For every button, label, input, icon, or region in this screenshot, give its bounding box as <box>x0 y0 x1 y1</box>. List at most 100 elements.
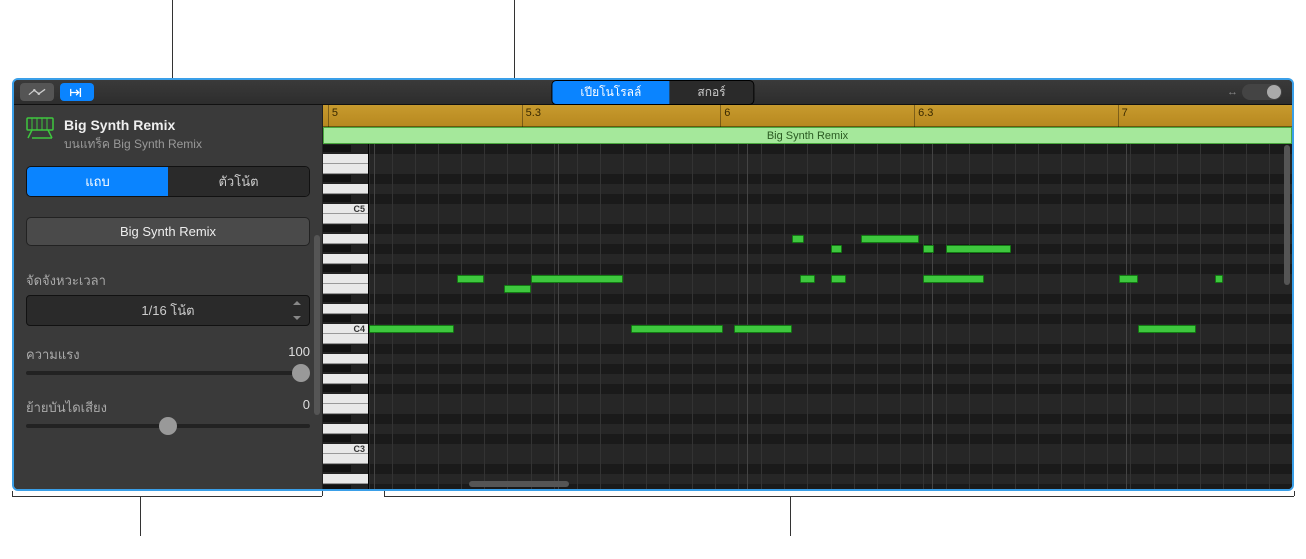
white-key[interactable] <box>323 334 368 344</box>
gridline <box>1223 144 1224 489</box>
zoom-arrows-icon: ↔ <box>1227 86 1238 98</box>
black-key[interactable] <box>323 295 351 302</box>
white-key[interactable] <box>323 214 368 224</box>
time-ruler[interactable]: 55.366.37 <box>323 105 1292 127</box>
gridline <box>415 144 416 489</box>
note-grid[interactable] <box>369 144 1292 489</box>
automation-tool-button[interactable] <box>20 83 54 101</box>
strength-slider[interactable] <box>26 371 310 375</box>
white-key[interactable] <box>323 274 368 284</box>
gridline <box>877 144 878 489</box>
barline <box>1126 144 1127 489</box>
gridline <box>900 144 901 489</box>
white-key[interactable] <box>323 474 368 484</box>
white-key[interactable] <box>323 154 368 164</box>
gridline <box>969 144 970 489</box>
callout-line <box>322 491 323 496</box>
midi-note[interactable] <box>831 245 843 253</box>
gridline <box>1177 144 1178 489</box>
midi-note[interactable] <box>792 235 804 243</box>
seg-notes[interactable]: ตัวโน้ต <box>168 167 309 196</box>
black-key[interactable] <box>323 175 351 182</box>
black-key[interactable] <box>323 145 351 152</box>
strength-label: ความแรง 100 <box>26 344 310 365</box>
tab-piano-roll[interactable]: เปียโนโรลล์ <box>552 81 669 104</box>
transpose-slider-knob[interactable] <box>159 417 177 435</box>
inspector-scrollbar[interactable] <box>314 235 320 415</box>
piano-keyboard[interactable]: C5C4C3 <box>323 144 369 489</box>
track-title: Big Synth Remix <box>64 117 202 133</box>
horizontal-scrollbar[interactable] <box>369 481 1280 487</box>
seg-region[interactable]: แถบ <box>27 167 168 196</box>
white-key[interactable] <box>323 424 368 434</box>
midi-note[interactable] <box>946 245 1011 253</box>
white-key[interactable] <box>323 184 368 194</box>
ruler-tick <box>328 105 329 127</box>
gridline <box>623 144 624 489</box>
gridline <box>761 144 762 489</box>
callout-line <box>384 496 1294 497</box>
midi-note[interactable] <box>923 275 985 283</box>
black-key[interactable] <box>323 265 351 272</box>
midi-note[interactable] <box>369 325 454 333</box>
black-key[interactable] <box>323 365 351 372</box>
white-key[interactable] <box>323 164 368 174</box>
midi-note[interactable] <box>457 275 484 283</box>
midi-note[interactable] <box>1119 275 1138 283</box>
white-key[interactable] <box>323 234 368 244</box>
view-tab-group: เปียโนโรลล์ สกอร์ <box>551 80 754 105</box>
inspector-mode-switch: แถบ ตัวโน้ต <box>26 166 310 197</box>
white-key[interactable] <box>323 374 368 384</box>
black-key[interactable] <box>323 315 351 322</box>
midi-note[interactable] <box>800 275 815 283</box>
white-key[interactable] <box>323 284 368 294</box>
white-key[interactable] <box>323 394 368 404</box>
midi-note[interactable] <box>504 285 531 293</box>
white-key[interactable] <box>323 404 368 414</box>
gridline <box>992 144 993 489</box>
gridline <box>1269 144 1270 489</box>
callout-line <box>12 491 13 496</box>
black-key[interactable] <box>323 465 351 472</box>
midi-note[interactable] <box>861 235 919 243</box>
black-key[interactable] <box>323 245 351 252</box>
gridline <box>507 144 508 489</box>
ruler-tick <box>522 105 523 127</box>
white-key[interactable] <box>323 254 368 264</box>
midi-note[interactable] <box>923 245 935 253</box>
black-key[interactable] <box>323 385 351 392</box>
time-quantize-dropdown[interactable]: 1/16 โน้ต <box>26 295 310 326</box>
tab-score[interactable]: สกอร์ <box>669 81 753 104</box>
midi-note[interactable] <box>1215 275 1223 283</box>
black-key[interactable] <box>323 345 351 352</box>
white-key[interactable] <box>323 304 368 314</box>
white-key[interactable] <box>323 454 368 464</box>
gridline <box>854 144 855 489</box>
midi-note[interactable] <box>831 275 846 283</box>
vertical-scrollbar[interactable] <box>1284 145 1290 285</box>
zoom-slider-track[interactable] <box>1242 84 1282 100</box>
barline <box>558 144 559 489</box>
region-strip-label: Big Synth Remix <box>767 130 848 142</box>
black-key[interactable] <box>323 415 351 422</box>
black-key[interactable] <box>323 485 351 491</box>
midi-note[interactable] <box>1138 325 1196 333</box>
ruler-tick <box>914 105 915 127</box>
midi-note[interactable] <box>531 275 623 283</box>
strength-slider-knob[interactable] <box>292 364 310 382</box>
white-key[interactable] <box>323 354 368 364</box>
region-strip[interactable]: Big Synth Remix <box>323 127 1292 144</box>
gridline <box>1200 144 1201 489</box>
horizontal-scroll-thumb[interactable] <box>469 481 569 487</box>
midi-note[interactable] <box>734 325 792 333</box>
zoom-slider-knob[interactable] <box>1267 85 1281 99</box>
horizontal-zoom[interactable]: ↔ <box>1227 84 1282 100</box>
black-key[interactable] <box>323 225 351 232</box>
barline <box>374 144 375 489</box>
transpose-slider[interactable] <box>26 424 310 428</box>
region-name-field[interactable]: Big Synth Remix <box>26 217 310 246</box>
midi-note[interactable] <box>631 325 723 333</box>
black-key[interactable] <box>323 435 351 442</box>
black-key[interactable] <box>323 195 351 202</box>
catch-playhead-button[interactable] <box>60 83 94 101</box>
